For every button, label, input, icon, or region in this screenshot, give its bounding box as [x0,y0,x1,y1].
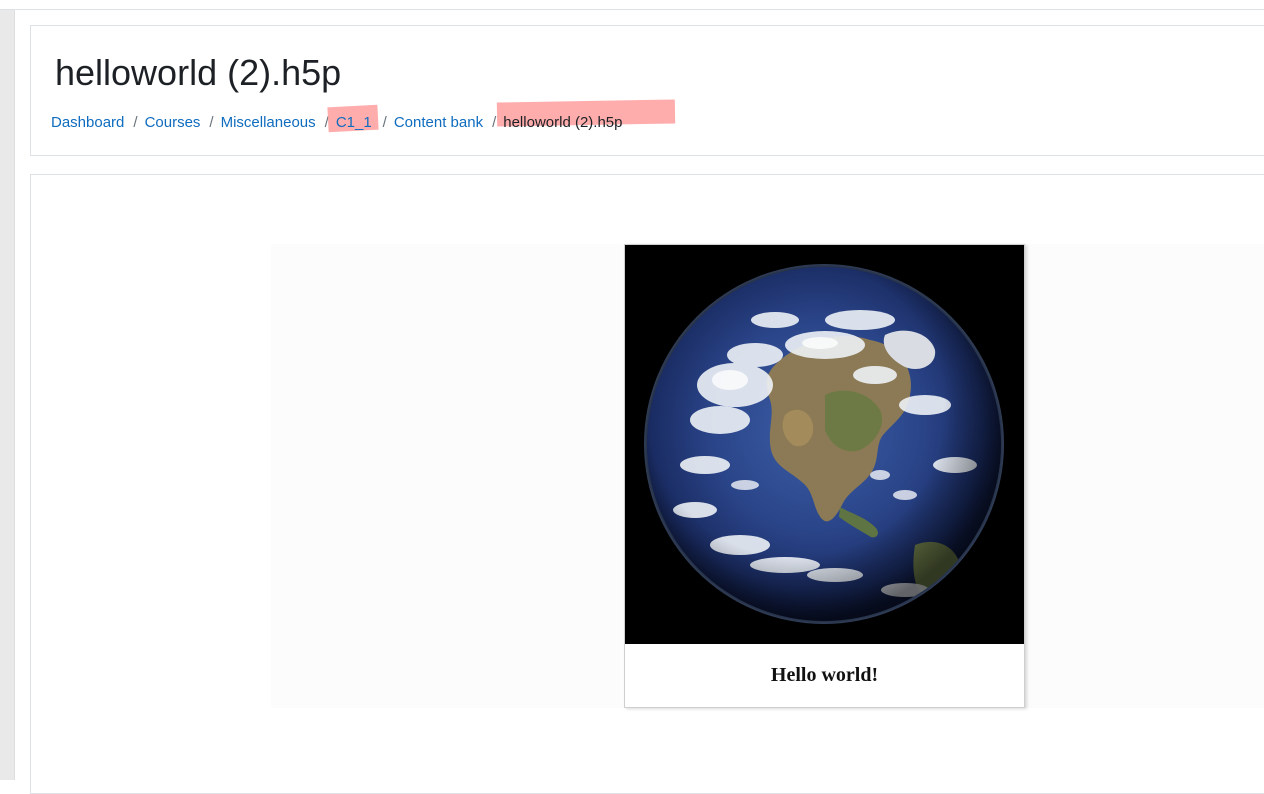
top-navbar [0,0,1264,10]
breadcrumb-miscellaneous[interactable]: Miscellaneous [221,114,316,131]
breadcrumb-course-c1-1[interactable]: C1_1 [327,104,379,132]
h5p-caption: Hello world! [770,664,879,686]
breadcrumb-current-label: helloworld (2).h5p [503,113,623,131]
breadcrumb-current: helloworld (2).h5p [497,98,676,131]
breadcrumb: Dashboard / Courses / Miscellaneous / C1… [51,98,676,132]
breadcrumb-courses[interactable]: Courses [145,114,201,131]
main-content: Hello world! [30,174,1264,794]
breadcrumb-separator: / [209,113,214,131]
page-header: helloworld (2).h5p Dashboard / Courses /… [30,25,1264,156]
h5p-image-card: Hello world! [624,244,1025,708]
page-title: helloworld (2).h5p [55,52,342,93]
breadcrumb-course-label: C1_1 [335,113,372,131]
left-drawer-rail [0,10,15,780]
earth-image [625,245,1024,644]
breadcrumb-content-bank[interactable]: Content bank [394,114,483,131]
breadcrumb-dashboard[interactable]: Dashboard [51,114,124,131]
breadcrumb-separator: / [133,113,138,131]
